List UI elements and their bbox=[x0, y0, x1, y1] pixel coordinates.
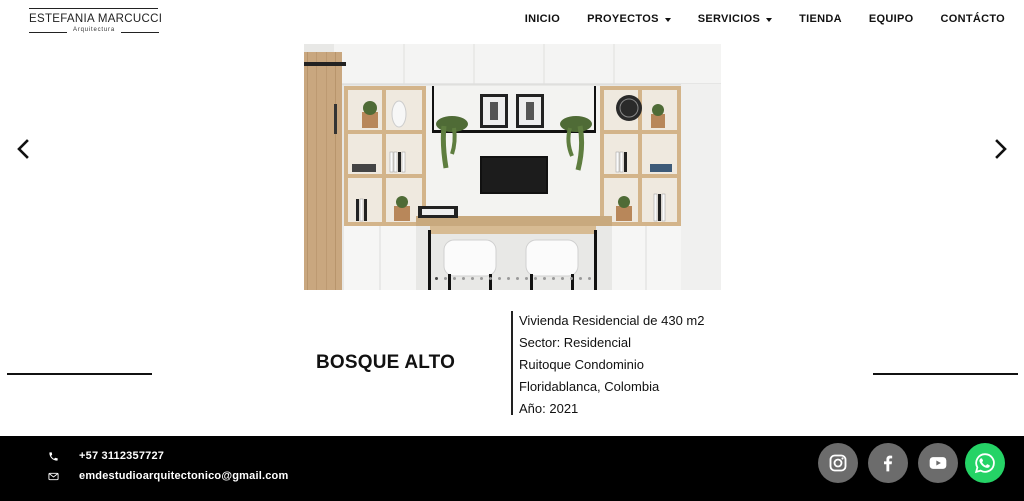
nav-item-equipo[interactable]: EQUIPO bbox=[869, 13, 914, 25]
carousel-dot[interactable] bbox=[497, 277, 501, 280]
project-slide-image[interactable] bbox=[304, 44, 721, 290]
project-details: Vivienda Residencial de 430 m2 Sector: R… bbox=[519, 310, 705, 420]
divider-left bbox=[7, 373, 152, 375]
carousel-dot[interactable] bbox=[506, 277, 510, 280]
phone-number: +57 3112357727 bbox=[79, 450, 165, 462]
interior-render bbox=[304, 44, 721, 290]
detail-location: Ruitoque Condominio bbox=[519, 357, 645, 372]
brand-tagline-row: Arquitectura bbox=[29, 27, 159, 38]
nav-item-proyectos[interactable]: PROYECTOS bbox=[587, 13, 671, 25]
youtube-button[interactable] bbox=[918, 443, 958, 483]
email-address: emdestudioarquitectonico@gmail.com bbox=[79, 470, 289, 482]
carousel-dot[interactable] bbox=[479, 277, 483, 280]
envelope-icon bbox=[48, 471, 59, 482]
detail-year: Año: 2021 bbox=[519, 401, 579, 416]
carousel-pagination bbox=[304, 277, 721, 280]
chevron-right-icon[interactable] bbox=[990, 138, 1010, 160]
carousel-dot[interactable] bbox=[515, 277, 519, 280]
nav-item-inicio[interactable]: INICIO bbox=[525, 13, 560, 25]
site-footer: +57 3112357727 emdestudioarquitectonico@… bbox=[0, 436, 1024, 501]
carousel-dot[interactable] bbox=[470, 277, 474, 280]
caret-down-icon bbox=[766, 17, 773, 22]
whatsapp-button[interactable] bbox=[965, 443, 1005, 483]
youtube-icon bbox=[929, 457, 947, 469]
nav-label: SERVICIOS bbox=[697, 13, 761, 25]
divider-right bbox=[873, 373, 1018, 375]
nav-label: EQUIPO bbox=[868, 13, 914, 25]
carousel-dot[interactable] bbox=[542, 277, 546, 280]
facebook-button[interactable] bbox=[868, 443, 908, 483]
phone-icon bbox=[48, 451, 59, 462]
carousel-dot[interactable] bbox=[524, 277, 528, 280]
carousel-dot[interactable] bbox=[434, 277, 438, 280]
nav-item-tienda[interactable]: TIENDA bbox=[799, 13, 842, 25]
carousel-dot[interactable] bbox=[560, 277, 564, 280]
nav-label: PROYECTOS bbox=[587, 13, 659, 25]
carousel-dot[interactable] bbox=[443, 277, 447, 280]
logo-rule bbox=[29, 8, 158, 9]
contact-email[interactable]: emdestudioarquitectonico@gmail.com bbox=[48, 470, 288, 482]
facebook-icon bbox=[884, 455, 893, 472]
carousel-dot[interactable] bbox=[569, 277, 573, 280]
carousel-dot[interactable] bbox=[533, 277, 537, 280]
nav-label: CONTÁCTO bbox=[940, 13, 1005, 25]
caret-down-icon bbox=[664, 17, 671, 22]
carousel-dot[interactable] bbox=[488, 277, 492, 280]
carousel-dot[interactable] bbox=[461, 277, 465, 280]
nav-item-contacto[interactable]: CONTÁCTO bbox=[940, 13, 1005, 25]
instagram-button[interactable] bbox=[818, 443, 858, 483]
nav-label: INICIO bbox=[524, 13, 561, 25]
tagline-rule-right bbox=[121, 32, 159, 33]
carousel-dot[interactable] bbox=[578, 277, 582, 280]
detail-size: Vivienda Residencial de 430 m2 bbox=[519, 313, 705, 328]
brand-name: ESTEFANIA MARCUCCI bbox=[29, 13, 163, 25]
contact-phone[interactable]: +57 3112357727 bbox=[48, 450, 164, 462]
nav-item-servicios[interactable]: SERVICIOS bbox=[697, 13, 773, 25]
details-divider bbox=[511, 311, 513, 415]
project-title: BOSQUE ALTO bbox=[316, 352, 456, 373]
instagram-icon bbox=[829, 454, 847, 472]
whatsapp-icon bbox=[974, 453, 995, 474]
nav-label: TIENDA bbox=[799, 13, 842, 25]
carousel-dot[interactable] bbox=[587, 277, 591, 280]
detail-city: Floridablanca, Colombia bbox=[519, 379, 660, 394]
detail-sector: Sector: Residencial bbox=[519, 335, 631, 350]
main-nav: INICIO PROYECTOS SERVICIOS TIENDA EQUIPO… bbox=[525, 11, 1005, 27]
carousel-dot[interactable] bbox=[551, 277, 555, 280]
carousel-dot[interactable] bbox=[452, 277, 456, 280]
brand-logo[interactable]: ESTEFANIA MARCUCCI Arquitectura bbox=[29, 8, 163, 38]
chevron-left-icon[interactable] bbox=[14, 138, 34, 160]
